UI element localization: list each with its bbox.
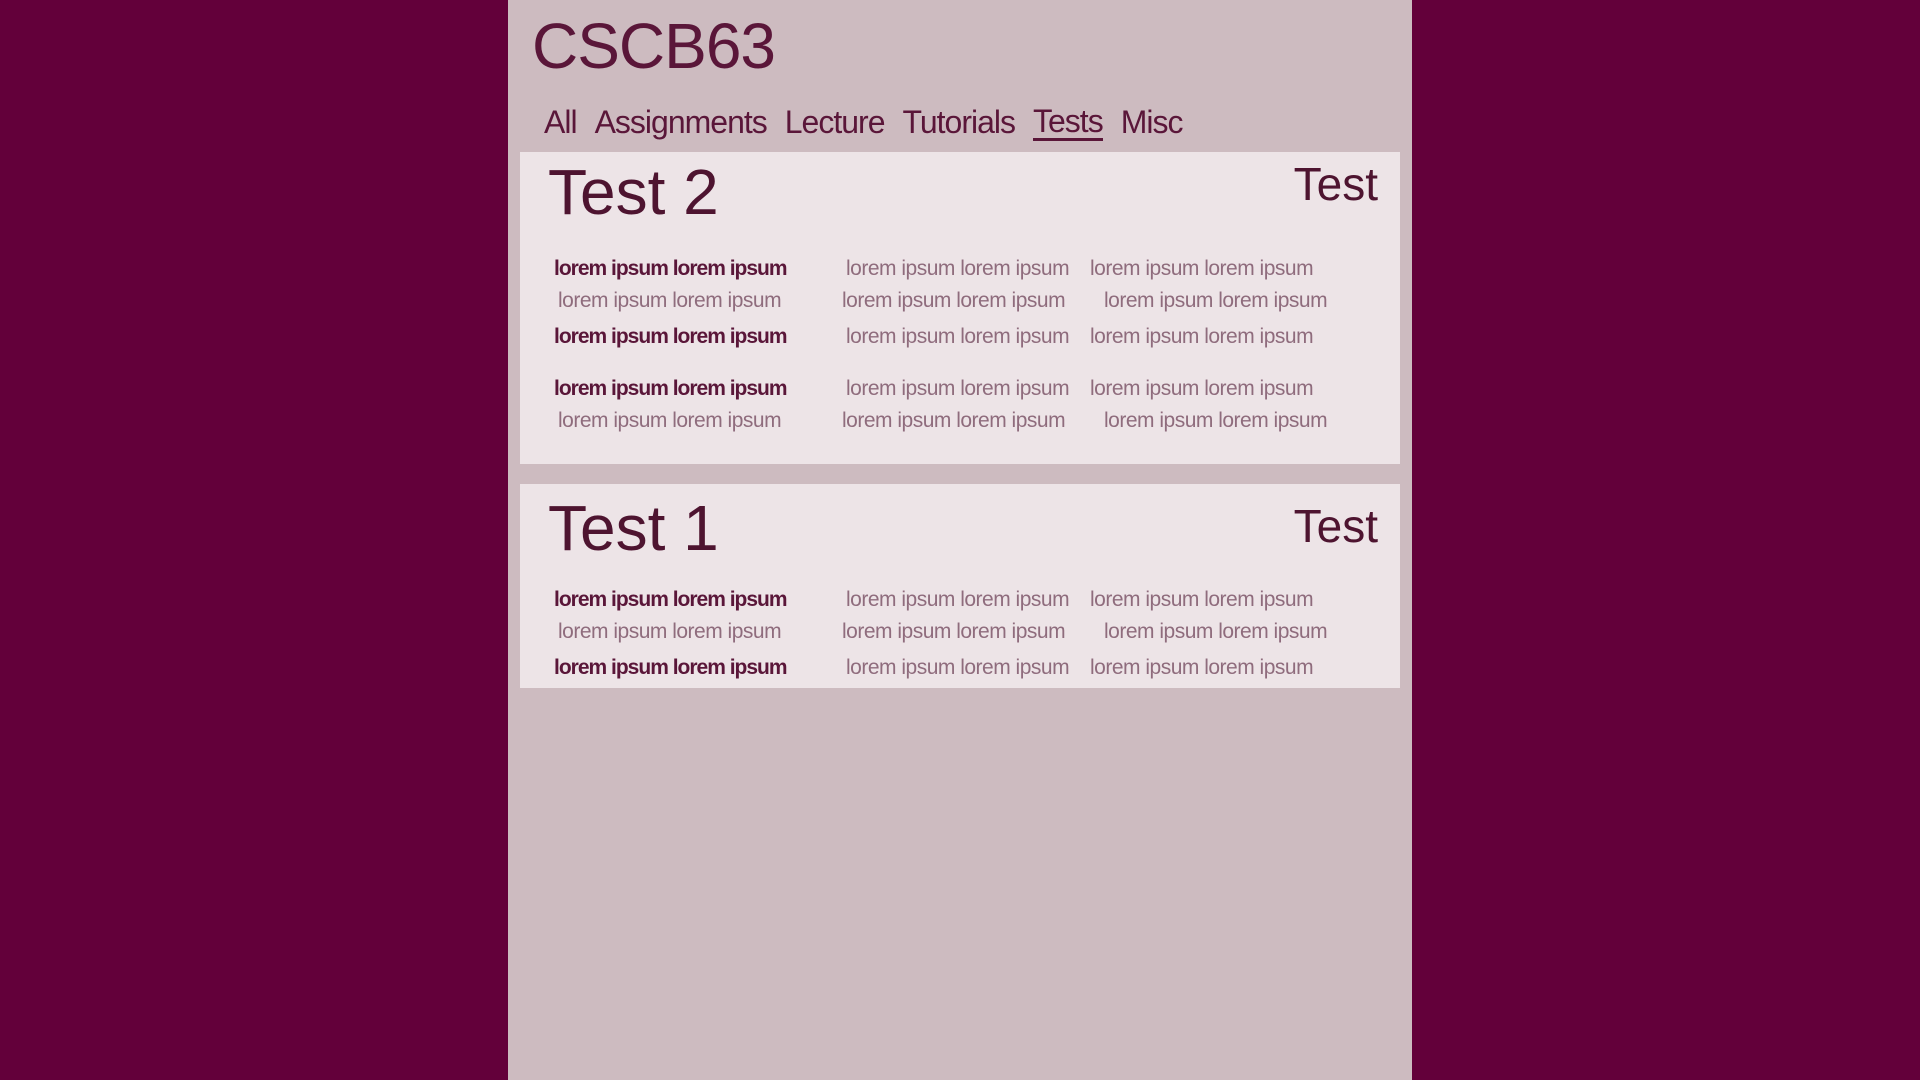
detail-cell: lorem ipsum lorem ipsum xyxy=(1090,656,1314,679)
detail-row: lorem ipsum lorem ipsum lorem ipsum lore… xyxy=(520,326,1400,348)
tab-assignments[interactable]: Assignments xyxy=(595,106,768,141)
detail-row: lorem ipsum lorem ipsum lorem ipsum lore… xyxy=(520,410,1400,432)
detail-cell: lorem ipsum lorem ipsum xyxy=(846,377,1070,400)
detail-cell: lorem ipsum lorem ipsum xyxy=(1090,588,1314,611)
tab-misc[interactable]: Misc xyxy=(1121,106,1184,141)
detail-cell: lorem ipsum lorem ipsum xyxy=(842,289,1066,312)
tab-all[interactable]: All xyxy=(544,106,578,141)
tab-tests[interactable]: Tests xyxy=(1033,105,1104,141)
detail-row: lorem ipsum lorem ipsum lorem ipsum lore… xyxy=(520,657,1400,679)
detail-row: lorem ipsum lorem ipsum lorem ipsum lore… xyxy=(520,589,1400,611)
detail-row: lorem ipsum lorem ipsum lorem ipsum lore… xyxy=(520,621,1400,643)
detail-cell: lorem ipsum lorem ipsum xyxy=(846,325,1070,348)
test-card[interactable]: Test 1 Test lorem ipsum lorem ipsum lore… xyxy=(520,484,1400,688)
detail-cell: lorem ipsum lorem ipsum xyxy=(554,377,788,400)
card-type-label: Test xyxy=(1293,158,1378,210)
detail-cell: lorem ipsum lorem ipsum xyxy=(1104,409,1328,432)
course-nav: All Assignments Lecture Tutorials Tests … xyxy=(544,101,1200,141)
detail-cell: lorem ipsum lorem ipsum xyxy=(846,656,1070,679)
detail-cell: lorem ipsum lorem ipsum xyxy=(1104,289,1328,312)
detail-cell: lorem ipsum lorem ipsum xyxy=(1090,257,1314,280)
detail-cell: lorem ipsum lorem ipsum xyxy=(554,656,788,679)
detail-row: lorem ipsum lorem ipsum lorem ipsum lore… xyxy=(520,258,1400,280)
detail-cell: lorem ipsum lorem ipsum xyxy=(554,325,788,348)
detail-cell: lorem ipsum lorem ipsum xyxy=(846,257,1070,280)
tab-lecture[interactable]: Lecture xyxy=(785,106,886,141)
course-page: CSCB63 All Assignments Lecture Tutorials… xyxy=(508,0,1412,1080)
detail-cell: lorem ipsum lorem ipsum xyxy=(1104,620,1328,643)
tab-tutorials[interactable]: Tutorials xyxy=(902,106,1016,141)
detail-cell: lorem ipsum lorem ipsum xyxy=(558,289,782,312)
detail-row: lorem ipsum lorem ipsum lorem ipsum lore… xyxy=(520,290,1400,312)
card-type-label: Test xyxy=(1293,500,1378,552)
card-title: Test 2 xyxy=(548,156,719,228)
detail-cell: lorem ipsum lorem ipsum xyxy=(842,409,1066,432)
detail-row: lorem ipsum lorem ipsum lorem ipsum lore… xyxy=(520,378,1400,400)
detail-cell: lorem ipsum lorem ipsum xyxy=(558,620,782,643)
card-title: Test 1 xyxy=(548,492,719,564)
detail-cell: lorem ipsum lorem ipsum xyxy=(558,409,782,432)
detail-cell: lorem ipsum lorem ipsum xyxy=(1090,377,1314,400)
course-title: CSCB63 xyxy=(532,10,776,82)
detail-cell: lorem ipsum lorem ipsum xyxy=(846,588,1070,611)
detail-cell: lorem ipsum lorem ipsum xyxy=(842,620,1066,643)
detail-cell: lorem ipsum lorem ipsum xyxy=(554,588,788,611)
detail-cell: lorem ipsum lorem ipsum xyxy=(1090,325,1314,348)
test-card[interactable]: Test 2 Test lorem ipsum lorem ipsum lore… xyxy=(520,152,1400,464)
detail-cell: lorem ipsum lorem ipsum xyxy=(554,257,788,280)
